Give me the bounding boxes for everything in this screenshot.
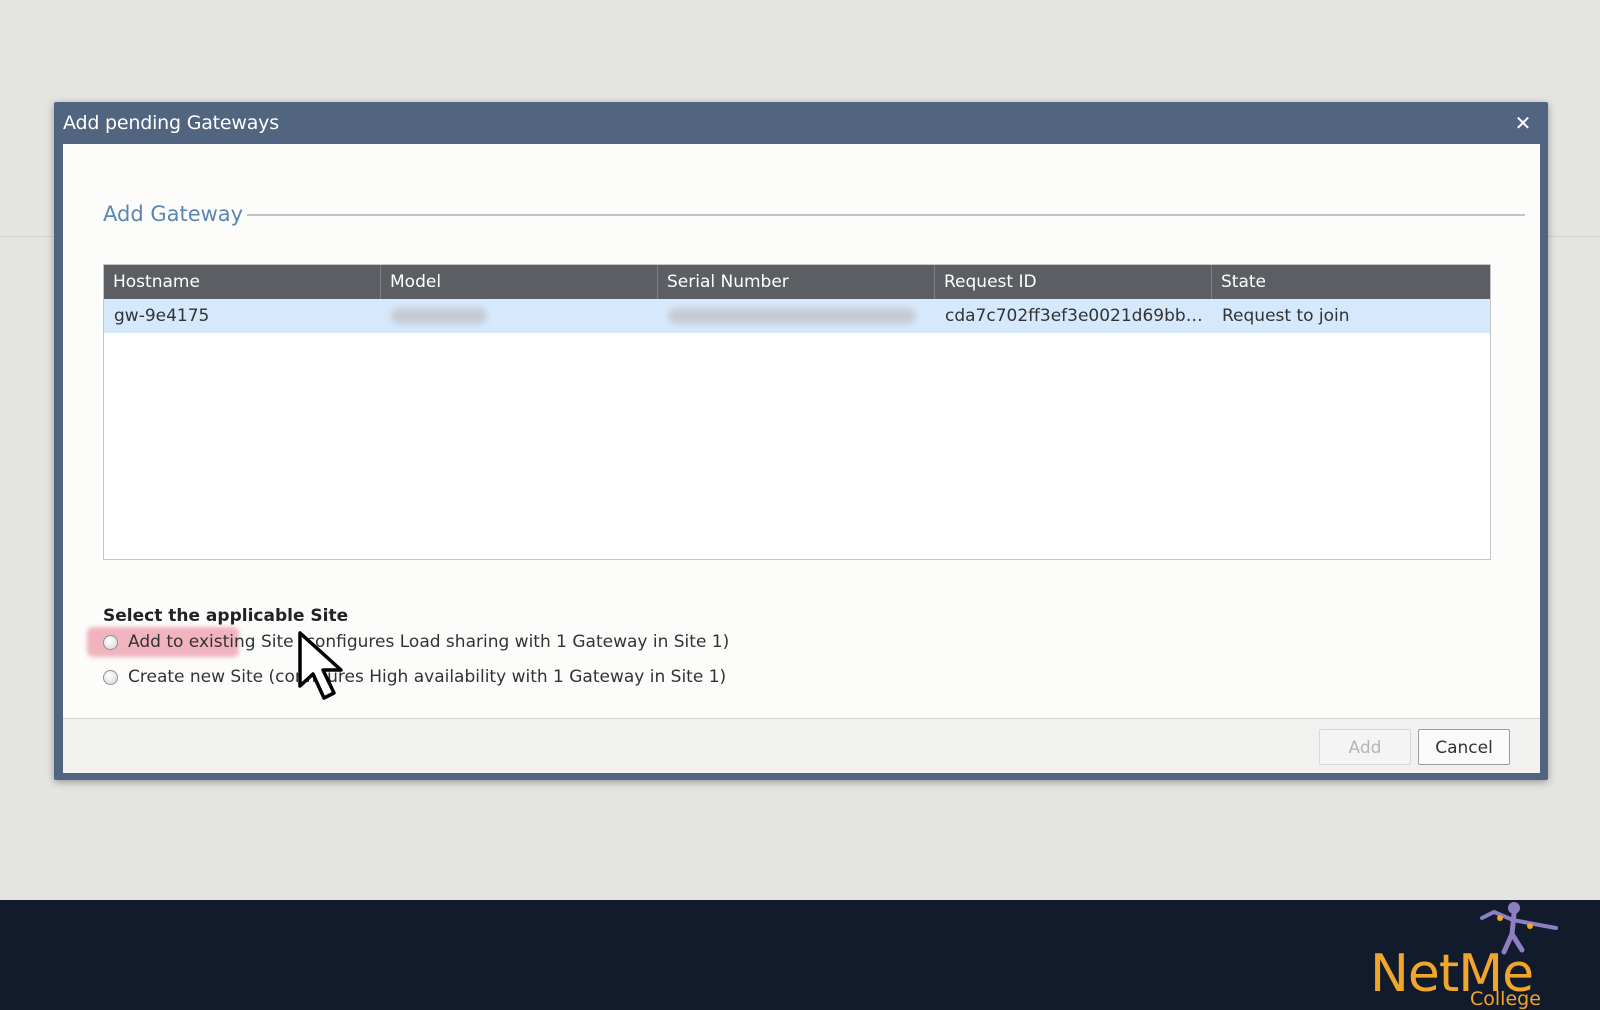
table-row[interactable]: gw-9e4175 cda7c702ff3ef3e0021d69bb6c... … (104, 299, 1490, 333)
cell-state: Request to join (1222, 306, 1350, 326)
dialog-footer: Add Cancel (63, 718, 1540, 773)
cell-model (381, 299, 658, 333)
cell-request-id: cda7c702ff3ef3e0021d69bb6c... (945, 306, 1212, 326)
column-header-hostname[interactable]: Hostname (104, 265, 381, 299)
column-header-request-id[interactable]: Request ID (935, 265, 1212, 299)
add-pending-gateways-dialog: Add pending Gateways ✕ Add Gateway Hostn… (54, 102, 1548, 780)
radio-create-new-site[interactable] (103, 669, 118, 685)
brand-logo: NetMe College (1370, 902, 1570, 1010)
site-selection-label: Select the applicable Site (103, 606, 349, 626)
section-title: Add Gateway (103, 202, 244, 226)
cell-serial-number (658, 299, 935, 333)
add-button[interactable]: Add (1319, 729, 1411, 765)
option-add-to-existing-site[interactable]: Add to existing Site (configures Load sh… (87, 627, 730, 657)
cell-hostname: gw-9e4175 (114, 306, 210, 326)
section-divider (247, 214, 1525, 216)
column-header-model[interactable]: Model (381, 265, 658, 299)
close-icon[interactable]: ✕ (1512, 112, 1534, 134)
brand-subtitle: College (1470, 988, 1541, 1010)
brand-footer-bar: NetMe College (0, 900, 1600, 1010)
radio-add-to-existing-site[interactable] (103, 634, 118, 650)
option-label-existing-site: Add to existing Site (configures Load sh… (128, 632, 730, 652)
blurred-model-value (391, 308, 487, 324)
blurred-serial-value (668, 308, 916, 324)
column-header-serial-number[interactable]: Serial Number (658, 265, 935, 299)
option-create-new-site[interactable]: Create new Site (configures High availab… (103, 665, 726, 689)
mouse-pointer-icon (298, 631, 343, 700)
gateway-table: Hostname Model Serial Number Request ID … (103, 264, 1491, 560)
dialog-body: Add Gateway Hostname Model Serial Number… (63, 144, 1540, 773)
table-header: Hostname Model Serial Number Request ID … (104, 265, 1490, 299)
dialog-title: Add pending Gateways (63, 112, 279, 134)
column-header-state[interactable]: State (1212, 265, 1489, 299)
option-label-new-site: Create new Site (configures High availab… (128, 667, 727, 687)
cancel-button[interactable]: Cancel (1418, 729, 1510, 765)
